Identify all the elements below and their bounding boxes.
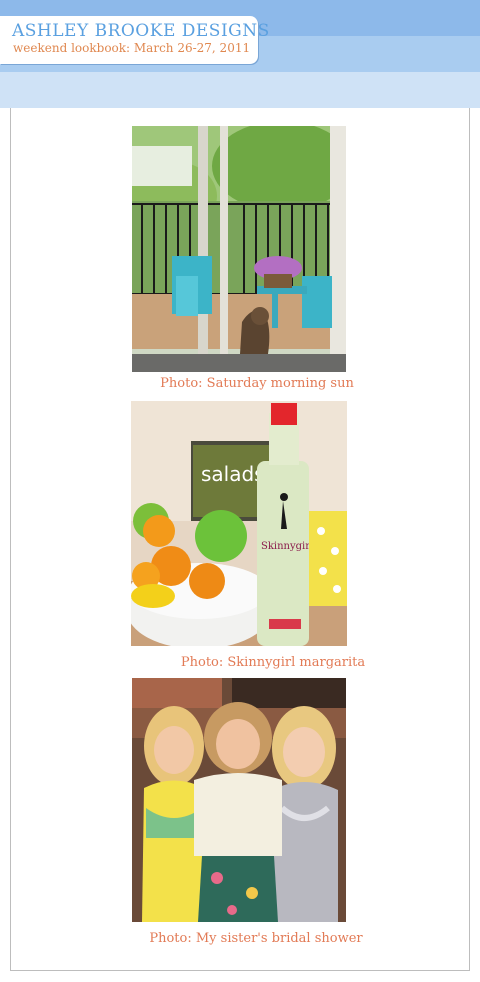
photo-family-image	[132, 678, 346, 922]
photo-drink-image: salads Skinnygirl	[131, 401, 347, 646]
photo-caption: Photo: My sister's bridal shower	[149, 931, 363, 946]
book-title: salads	[201, 462, 265, 486]
bottle-label: Skinnygirl	[261, 541, 313, 552]
photo-caption: Photo: Saturday morning sun	[160, 376, 354, 391]
photo-caption: Photo: Skinnygirl margarita	[180, 655, 366, 670]
photo-bridal-shower	[132, 678, 346, 922]
post-subtitle: weekend lookbook: March 26-27, 2011	[13, 41, 251, 55]
photo-balcony-image	[132, 126, 346, 372]
site-title[interactable]: ASHLEY BROOKE DESIGNS	[12, 21, 270, 41]
photo-skinnygirl: salads Skinnygirl	[131, 401, 347, 646]
photo-saturday-morning	[132, 126, 346, 372]
